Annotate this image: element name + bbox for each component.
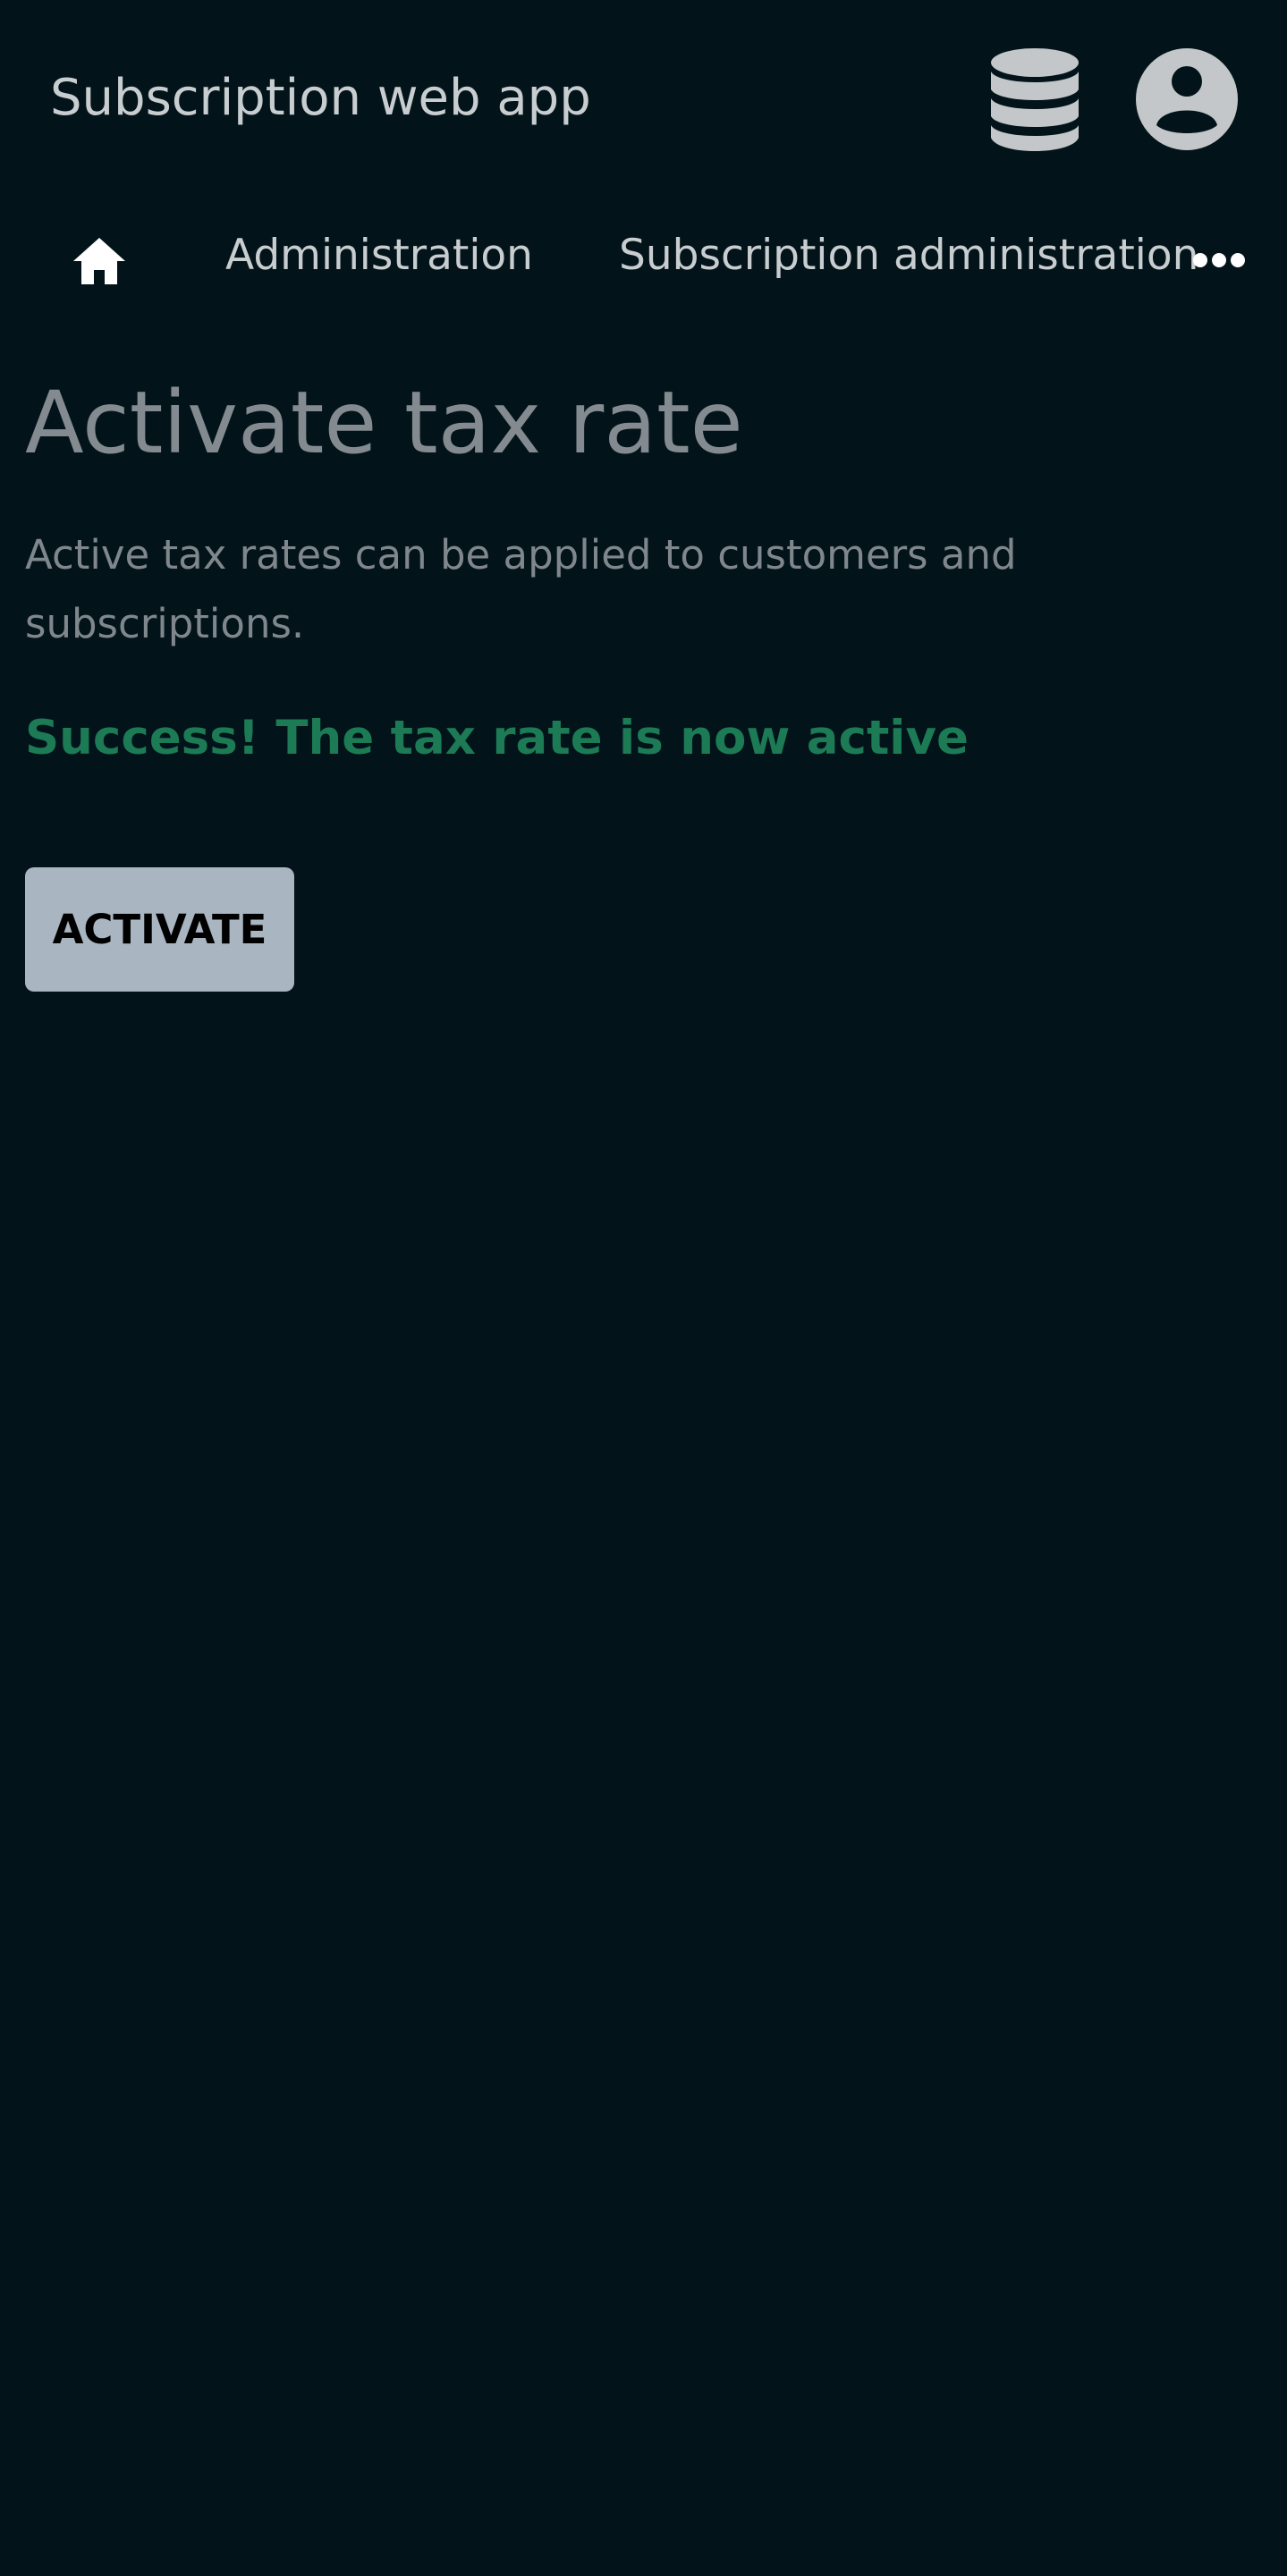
page-title: Activate tax rate: [25, 373, 743, 473]
more-horizontal-icon[interactable]: [1191, 241, 1247, 279]
account-circle-icon[interactable]: [1134, 46, 1240, 152]
database-icon[interactable]: [989, 46, 1080, 152]
activate-button[interactable]: ACTIVATE: [25, 867, 294, 992]
page-description: Active tax rates can be applied to custo…: [25, 531, 1017, 647]
breadcrumb-item-administration[interactable]: Administration: [225, 227, 533, 284]
app-header: Subscription web app: [0, 0, 1287, 197]
breadcrumb-item-subscription-administration[interactable]: Subscription administration: [619, 227, 1198, 284]
app-title[interactable]: Subscription web app: [50, 66, 591, 131]
success-message: Success! The tax rate is now active: [25, 711, 969, 765]
breadcrumb: Administration Subscription administrati…: [0, 215, 1287, 304]
home-icon[interactable]: [70, 234, 129, 288]
